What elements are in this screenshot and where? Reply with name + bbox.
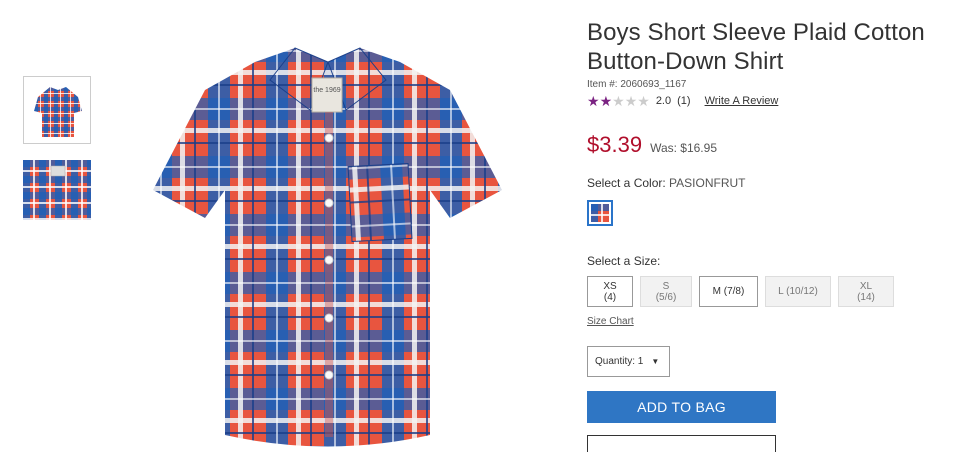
color-selector-label: Select a Color: PASIONFRUT (587, 176, 947, 190)
star-rating: ★ ★ ★ ★ ★ (587, 94, 650, 108)
product-title: Boys Short Sleeve Plaid Cotton Button-Do… (587, 19, 925, 75)
color-swatch-pasionfrut[interactable] (587, 200, 613, 226)
sale-price: $3.39 (587, 132, 643, 157)
rating-count: (1) (677, 95, 691, 107)
product-info-panel: Boys Short Sleeve Plaid Cotton Button-Do… (587, 18, 947, 452)
item-number: Item #: 2060693_1167 (587, 79, 687, 90)
plaid-swatch-icon (591, 204, 609, 222)
star-icon: ★ (624, 93, 638, 109)
size-selector-label: Select a Size: (587, 254, 661, 268)
size-option-s[interactable]: S (5/6) (640, 276, 692, 307)
thumbnail-gallery (23, 76, 91, 236)
quantity-value: Quantity: 1 (595, 356, 644, 367)
shirt-detail-image (23, 160, 91, 220)
selected-color-name: PASIONFRUT (669, 176, 746, 190)
star-icon: ★ (612, 93, 625, 109)
star-icon: ★ (599, 93, 613, 109)
caret-down-icon: ▼ (651, 357, 660, 366)
thumbnail-front[interactable] (23, 76, 91, 144)
size-chart-link[interactable]: Size Chart (587, 316, 634, 327)
product-main-image: the 1969 (150, 40, 505, 452)
thumbnail-detail[interactable] (23, 160, 91, 220)
size-option-l[interactable]: L (10/12) (765, 276, 831, 307)
rating-value: 2.0 (655, 95, 672, 107)
star-icon: ★ (637, 93, 650, 109)
rating-row: ★ ★ ★ ★ ★ 2.0 (1) Write A Review (587, 94, 947, 108)
was-price: Was: $16.95 (650, 141, 717, 155)
size-option-xl[interactable]: XL (14) (838, 276, 894, 307)
size-option-m[interactable]: M (7/8) (699, 276, 758, 307)
star-icon: ★ (587, 93, 600, 109)
write-review-link[interactable]: Write A Review (705, 95, 779, 107)
size-option-xs[interactable]: XS (4) (587, 276, 633, 307)
price-row: $3.39 Was: $16.95 (587, 132, 947, 158)
color-label-text: Select a Color: (587, 176, 666, 190)
secondary-action-button[interactable] (587, 435, 776, 452)
size-options: XS (4) S (5/6) M (7/8) L (10/12) XL (14) (587, 276, 947, 307)
shirt-thumbnail-image (34, 87, 82, 137)
quantity-select[interactable]: Quantity: 1 ▼ (587, 346, 670, 377)
add-to-bag-button[interactable]: ADD TO BAG (587, 391, 776, 423)
tag-text: the 1969 (313, 87, 340, 94)
